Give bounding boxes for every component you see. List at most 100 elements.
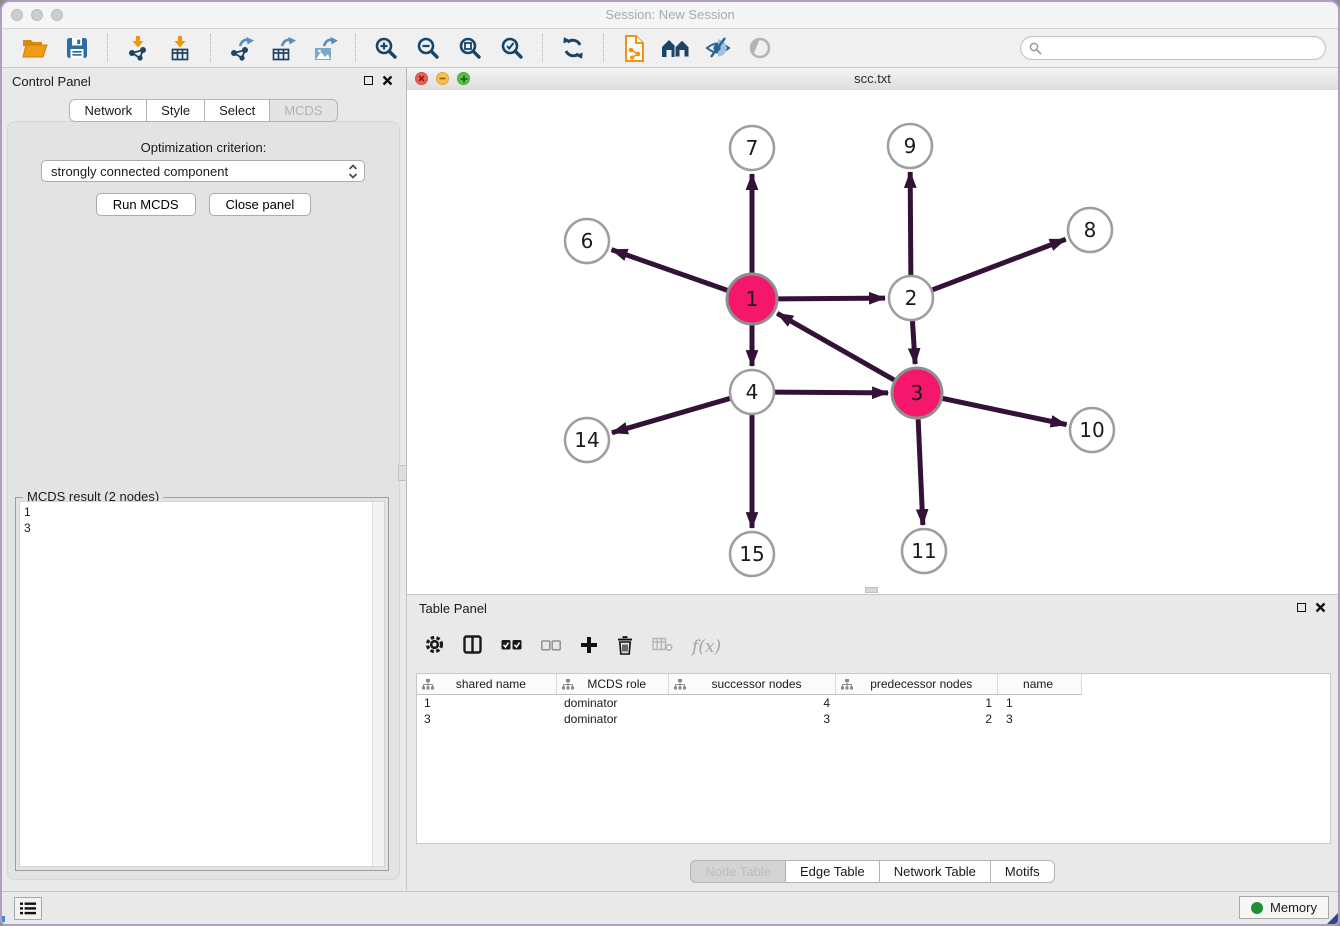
table-cell[interactable]: 3 [417,712,557,726]
float-panel-icon[interactable] [364,76,373,85]
table-cell[interactable]: 1 [837,696,999,710]
graph-node-6[interactable]: 6 [565,219,609,263]
table-cell[interactable]: 4 [669,696,837,710]
column-header-label: shared name [434,677,556,691]
table-cell[interactable]: dominator [557,712,669,726]
add-column-icon[interactable] [580,636,598,659]
hide-panel-eye-icon[interactable] [702,32,734,64]
graph-node-8[interactable]: 8 [1068,208,1112,252]
graph-node-2[interactable]: 2 [889,276,933,320]
mcds-result-text[interactable]: 13 [19,501,385,867]
criterion-dropdown-value: strongly connected component [51,164,348,179]
network-window-title: scc.txt [407,68,1338,89]
vertical-splitter-handle[interactable] [398,465,407,481]
graph-node-1[interactable]: 1 [727,274,777,324]
table-cell[interactable]: 3 [999,712,1082,726]
tab-motifs[interactable]: Motifs [990,860,1055,883]
horizontal-splitter-handle[interactable] [865,587,878,593]
close-table-panel-icon[interactable] [1315,602,1326,613]
graph-edge-3-11[interactable] [918,419,923,525]
export-table-icon[interactable] [267,32,299,64]
resize-grip[interactable] [1327,913,1338,924]
network-zoom-icon[interactable] [457,72,470,85]
window-zoom-icon[interactable] [51,9,63,21]
open-session-icon[interactable] [19,32,51,64]
save-session-icon[interactable] [61,32,93,64]
tab-select[interactable]: Select [204,99,269,122]
deselect-all-columns-icon[interactable] [541,638,561,656]
table-options-gear-icon[interactable] [425,635,444,659]
column-header-MCDS-role[interactable]: MCDS role [557,674,669,694]
search-input[interactable] [1042,40,1317,56]
graph-node-11[interactable]: 11 [902,529,946,573]
table-cell[interactable]: 2 [837,712,999,726]
zoom-fit-icon[interactable] [454,32,486,64]
table-cell[interactable]: 1 [417,696,557,710]
table-cell[interactable]: 3 [669,712,837,726]
tab-network-table[interactable]: Network Table [879,860,990,883]
graph-edge-4-3[interactable] [775,392,888,393]
tab-node-table[interactable]: Node Table [690,860,785,883]
node-table[interactable]: shared nameMCDS rolesuccessor nodesprede… [416,673,1331,844]
table-row[interactable]: 1dominator411 [417,695,1330,711]
network-close-icon[interactable] [415,72,428,85]
tab-style[interactable]: Style [146,99,204,122]
network-graph[interactable]: 7 9 6 8 1 2 4 3 14 10 15 11 [407,90,1338,594]
zoom-in-icon[interactable] [370,32,402,64]
network-window-titlebar[interactable]: scc.txt [407,68,1338,91]
network-canvas[interactable]: 7 9 6 8 1 2 4 3 14 10 15 11 [407,90,1338,594]
graph-edge-4-14[interactable] [612,398,730,432]
criterion-dropdown[interactable]: strongly connected component [41,160,365,182]
table-cell[interactable]: dominator [557,696,669,710]
graph-edge-2-9[interactable] [910,172,911,275]
column-header-name[interactable]: name [998,674,1081,694]
node-table-header: shared nameMCDS rolesuccessor nodesprede… [417,674,1082,695]
graph-node-7[interactable]: 7 [730,126,774,170]
zoom-selected-icon[interactable] [496,32,528,64]
import-table-icon[interactable] [164,32,196,64]
graph-node-4[interactable]: 4 [730,370,774,414]
graph-node-15[interactable]: 15 [730,532,774,576]
tab-edge-table[interactable]: Edge Table [785,860,879,883]
first-neighbors-icon[interactable] [660,32,692,64]
graph-node-3[interactable]: 3 [892,368,942,418]
table-cell[interactable]: 1 [999,696,1082,710]
column-header-shared-name[interactable]: shared name [417,674,557,694]
close-panel-button[interactable]: Close panel [209,193,312,216]
close-panel-icon[interactable] [382,75,393,86]
column-header-successor-nodes[interactable]: successor nodes [669,674,837,694]
window-close-icon[interactable] [11,9,23,21]
memory-status-icon [1251,902,1263,914]
network-minimize-icon[interactable] [436,72,449,85]
task-history-button[interactable] [14,897,42,920]
zoom-out-icon[interactable] [412,32,444,64]
run-mcds-button[interactable]: Run MCDS [96,193,196,216]
graph-node-label: 14 [574,428,599,452]
delete-column-icon[interactable] [617,635,633,660]
clone-network-icon[interactable] [618,32,650,64]
graph-node-14[interactable]: 14 [565,418,609,462]
select-all-columns-icon[interactable] [501,638,522,656]
export-image-icon[interactable] [309,32,341,64]
graph-edge-2-3[interactable] [912,321,915,364]
column-header-predecessor-nodes[interactable]: predecessor nodes [836,674,998,694]
export-network-icon[interactable] [225,32,257,64]
graph-edge-3-1[interactable] [777,313,894,380]
import-network-icon[interactable] [122,32,154,64]
refresh-icon[interactable] [557,32,589,64]
graph-node-10[interactable]: 10 [1070,408,1114,452]
tab-network[interactable]: Network [69,99,146,122]
graph-node-9[interactable]: 9 [888,124,932,168]
search-box[interactable] [1020,36,1326,60]
tab-mcds[interactable]: MCDS [269,99,337,122]
graph-edge-2-8[interactable] [933,239,1066,290]
graph-edge-1-2[interactable] [778,298,885,299]
window-minimize-icon[interactable] [31,9,43,21]
result-scrollbar[interactable] [372,502,384,866]
graph-edge-3-10[interactable] [942,398,1066,424]
memory-button[interactable]: Memory [1239,896,1329,919]
graph-edge-1-6[interactable] [612,250,728,291]
column-browser-icon[interactable] [463,635,482,659]
float-table-panel-icon[interactable] [1297,603,1306,612]
table-row[interactable]: 3dominator323 [417,711,1330,727]
